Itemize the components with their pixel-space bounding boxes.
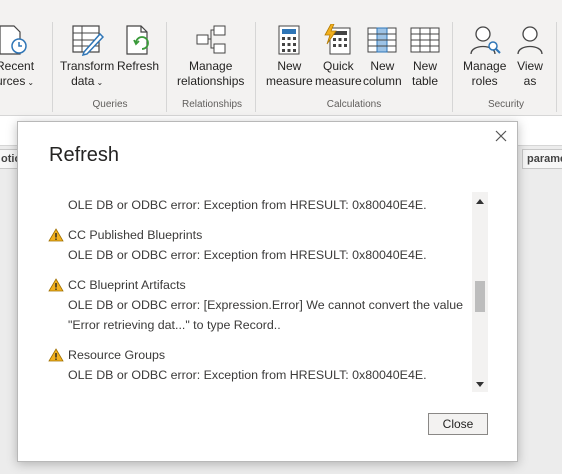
separator — [166, 22, 167, 112]
transform-label-1: Transform — [60, 59, 115, 73]
new-column-icon — [367, 27, 397, 53]
recent-label-2: urces — [0, 74, 26, 88]
error-message: OLE DB or ODBC error: Exception from HRE… — [68, 198, 427, 212]
chevron-down-icon: ⌄ — [27, 78, 35, 87]
scroll-up-icon[interactable] — [476, 199, 484, 204]
calculator-icon — [278, 25, 300, 55]
new-measure-label-1: New — [277, 59, 302, 73]
dialog-close-icon[interactable] — [493, 128, 509, 144]
warning-icon — [48, 278, 64, 292]
quick-measure-label-2: measure — [315, 74, 362, 88]
relationships-group-label: Relationships — [181, 99, 243, 110]
queries-group-label: Queries — [92, 99, 128, 110]
view-as-label-1: View — [517, 59, 543, 73]
error-message: OLE DB or ODBC error: [Expression.Error]… — [68, 298, 464, 312]
manage-relationships-button[interactable]: Manage relationships — [177, 24, 244, 89]
scroll-down-icon[interactable] — [476, 382, 484, 387]
refresh-label: Refresh — [117, 59, 160, 73]
chevron-down-icon: ⌄ — [96, 78, 104, 87]
new-measure-button[interactable]: New measure — [266, 24, 313, 89]
separator — [255, 22, 256, 112]
quick-measure-icon — [324, 24, 351, 55]
refresh-button[interactable]: Refresh — [117, 24, 159, 74]
view-as-label-2: as — [523, 74, 537, 88]
recent-label-1: Recent — [0, 59, 35, 73]
list-item-name: Resource Groups — [68, 348, 166, 362]
manage-relationships-icon — [196, 25, 226, 54]
new-column-button[interactable]: New column — [363, 24, 402, 89]
transform-label-2: data — [71, 74, 95, 88]
transform-data-icon — [72, 25, 105, 56]
new-column-label-1: New — [370, 59, 395, 73]
warning-icon — [48, 348, 64, 362]
error-message: OLE DB or ODBC error: Exception from HRE… — [68, 248, 427, 262]
refresh-icon — [126, 25, 149, 55]
security-group-label: Security — [487, 99, 525, 110]
field-chip-right[interactable]: parame — [522, 149, 562, 169]
warning-icon — [48, 228, 64, 242]
error-message: OLE DB or ODBC error: Exception from HRE… — [68, 368, 427, 382]
new-measure-label-2: measure — [266, 74, 313, 88]
view-as-button[interactable]: View as — [513, 24, 547, 89]
new-column-label-2: column — [363, 74, 402, 88]
relationships-label-1: Manage — [189, 59, 233, 73]
ribbon: Recent urces⌄ Transform data⌄ Refresh Qu… — [0, 0, 562, 116]
separator — [52, 22, 53, 112]
dialog-title: Refresh — [49, 144, 120, 166]
separator — [452, 22, 453, 112]
calculations-group-label: Calculations — [326, 99, 382, 110]
relationships-label-2: relationships — [177, 74, 245, 88]
transform-data-button[interactable]: Transform data ⌄ — [60, 24, 114, 90]
new-table-icon — [410, 27, 440, 53]
manage-roles-label-2: roles — [471, 74, 498, 88]
list-item-name: CC Blueprint Artifacts — [68, 278, 186, 292]
error-message-continued: "Error retrieving dat..." to type Record… — [68, 318, 281, 332]
view-as-icon — [517, 26, 543, 55]
close-button[interactable]: Close — [428, 413, 488, 435]
recent-sources-icon — [0, 25, 27, 55]
separator — [556, 22, 557, 112]
manage-roles-icon — [470, 26, 501, 55]
refresh-dialog: Refresh OLE DB or ODBC error: Exception … — [17, 121, 518, 462]
new-table-label-1: New — [412, 59, 437, 73]
error-list[interactable]: OLE DB or ODBC error: Exception from HRE… — [48, 192, 478, 392]
quick-measure-label-1: Quick — [323, 59, 354, 73]
list-scrollbar[interactable] — [472, 192, 488, 392]
scrollbar-thumb[interactable] — [475, 281, 485, 312]
new-table-button[interactable]: New table — [408, 24, 442, 89]
manage-roles-label-1: Manage — [463, 59, 507, 73]
new-table-label-2: table — [411, 74, 439, 88]
list-item-name: CC Published Blueprints — [68, 228, 203, 242]
quick-measure-button[interactable]: Quick measure — [315, 24, 362, 89]
recent-sources-button[interactable]: Recent urces⌄ — [0, 24, 34, 90]
manage-roles-button[interactable]: Manage roles — [463, 24, 506, 89]
